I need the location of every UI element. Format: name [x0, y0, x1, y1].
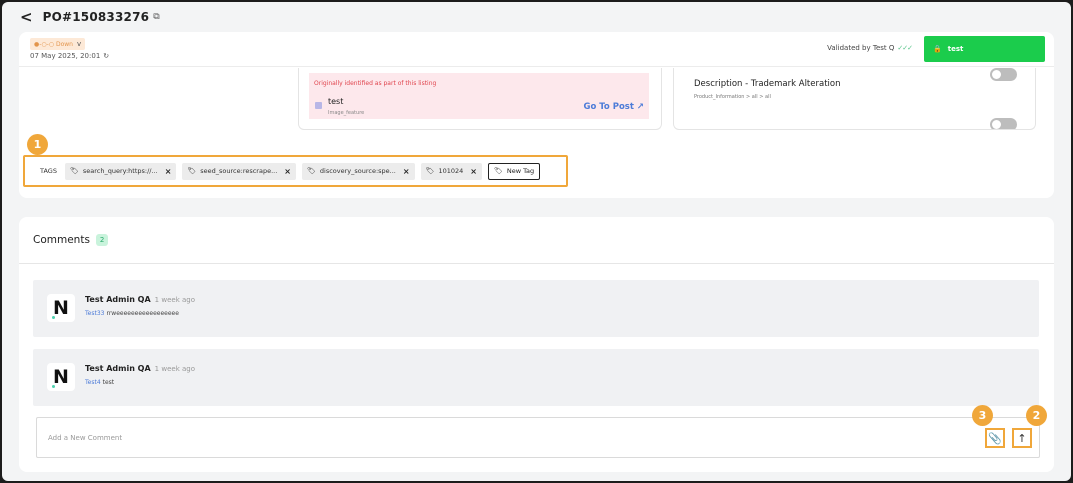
copy-icon[interactable]: ⧉: [153, 12, 159, 22]
tag-chip[interactable]: 🏷 seed_source:rescrape... ×: [182, 162, 296, 180]
tag-icon: 🏷: [493, 167, 503, 175]
comments-card: Comments 2 N Test Admin QA 1 week ago Tes…: [19, 217, 1054, 472]
comment-input-box: 📎 ↑: [36, 417, 1040, 458]
comment-text: rrweeeeeeeeeeeeeeeee: [106, 310, 179, 317]
description-toggle[interactable]: [990, 68, 1017, 81]
comments-count-badge: 2: [95, 234, 109, 246]
comments-header: Comments 2: [19, 217, 1054, 264]
comment-body: Test4 test: [85, 379, 114, 386]
annotation-marker-3: 3: [972, 405, 993, 426]
listing-thumbnail: [315, 102, 322, 109]
comment-mention[interactable]: Test4: [85, 379, 101, 386]
avatar: N: [47, 294, 75, 322]
tags-label: TAGS: [40, 167, 57, 175]
comment-item: N Test Admin QA 1 week ago Test33 rrweeeee…: [33, 280, 1039, 337]
action-button[interactable]: 🔒 test: [924, 36, 1045, 62]
app-frame: < PO#150833276 ⧉ ●-○-○ Down v 07 May 2025…: [2, 2, 1071, 481]
attach-button[interactable]: 📎: [985, 428, 1005, 448]
avatar: N: [47, 363, 75, 391]
validated-by: Validated by Test Q ✓✓✓: [827, 44, 913, 52]
tag-text: search_query:https://...: [82, 167, 158, 175]
comment-time: 1 week ago: [154, 365, 195, 373]
chevron-down-icon: v: [76, 40, 82, 48]
second-toggle[interactable]: [990, 118, 1017, 129]
status-badge-label: ●-○-○ Down: [34, 41, 73, 48]
remove-tag-icon[interactable]: ×: [403, 167, 410, 176]
remove-tag-icon[interactable]: ×: [470, 167, 477, 176]
tag-icon: 🏷: [307, 167, 316, 175]
tag-chip[interactable]: 🏷 search_query:https://... ×: [64, 162, 177, 180]
tag-icon: 🏷: [425, 167, 435, 175]
comments-title: Comments: [33, 234, 90, 246]
origin-notice: Originally identified as part of this li…: [314, 80, 437, 87]
comment-author-name: Test Admin QA: [85, 295, 151, 304]
comment-item: N Test Admin QA 1 week ago Test4 test: [33, 349, 1039, 406]
back-arrow-icon[interactable]: <: [20, 8, 33, 26]
tag-chip[interactable]: 🏷 101024 ×: [420, 162, 482, 180]
comment-body: Test33 rrweeeeeeeeeeeeeeeee: [85, 310, 179, 317]
tag-icon: 🏷: [187, 167, 197, 175]
comment-author: Test Admin QA 1 week ago: [85, 364, 195, 373]
new-tag-button[interactable]: 🏷 New Tag: [487, 162, 541, 180]
check-icons: ✓✓✓: [897, 44, 913, 52]
timestamp: 07 May 2025, 20:01 ↻: [30, 52, 109, 60]
annotation-marker-1: 1: [27, 134, 48, 155]
action-button-label: test: [947, 45, 964, 53]
tag-text: seed_source:rescrape...: [200, 167, 278, 175]
comment-mention[interactable]: Test33: [85, 310, 104, 317]
paperclip-icon: 📎: [988, 431, 1002, 445]
status-dropdown[interactable]: ●-○-○ Down v: [30, 38, 86, 50]
comment-input[interactable]: [38, 419, 958, 456]
detail-card: ●-○-○ Down v 07 May 2025, 20:01 ↻ Validate…: [19, 32, 1054, 198]
remove-tag-icon[interactable]: ×: [165, 167, 172, 176]
refresh-icon[interactable]: ↻: [103, 52, 109, 60]
validated-by-text: Validated by Test Q: [827, 44, 895, 52]
annotation-marker-2: 2: [1026, 405, 1047, 426]
comment-author-name: Test Admin QA: [85, 364, 151, 373]
go-to-post-link[interactable]: Go To Post ↗: [583, 102, 644, 112]
status-row: ●-○-○ Down v 07 May 2025, 20:01 ↻ Validate…: [19, 32, 1054, 67]
remove-tag-icon[interactable]: ×: [284, 167, 291, 176]
send-button[interactable]: ↑: [1012, 428, 1032, 448]
listing-subtitle: Image_feature: [328, 110, 365, 116]
tag-icon: 🏷: [69, 167, 79, 175]
tag-chip[interactable]: 🏷 discovery_source:spe... ×: [302, 162, 415, 180]
timestamp-text: 07 May 2025, 20:01: [30, 52, 101, 60]
comment-time: 1 week ago: [154, 296, 195, 304]
avatar-dot: [52, 385, 55, 388]
arrow-up-icon: ↑: [1017, 431, 1027, 445]
description-path: Product_Information > all > all: [694, 94, 771, 100]
description-panel: Description - Trademark Alteration Produ…: [673, 68, 1036, 130]
listing-box: Originally identified as part of this li…: [309, 73, 649, 119]
tags-row: TAGS 🏷 search_query:https://... × 🏷 seed…: [23, 155, 568, 187]
description-title: Description - Trademark Alteration: [694, 79, 841, 89]
avatar-letter: N: [53, 366, 69, 388]
avatar-dot: [52, 316, 55, 319]
comment-text: test: [102, 379, 115, 386]
lock-icon: 🔒: [933, 45, 942, 53]
page-header: < PO#150833276 ⧉: [2, 2, 1071, 32]
new-tag-label: New Tag: [506, 167, 535, 175]
page-title: PO#150833276: [42, 10, 150, 24]
tag-text: 101024: [438, 167, 464, 175]
comment-author: Test Admin QA 1 week ago: [85, 295, 195, 304]
listing-panel: Originally identified as part of this li…: [298, 68, 662, 130]
avatar-letter: N: [53, 297, 69, 319]
tag-text: discovery_source:spe...: [319, 167, 396, 175]
listing-name: test: [328, 97, 344, 106]
